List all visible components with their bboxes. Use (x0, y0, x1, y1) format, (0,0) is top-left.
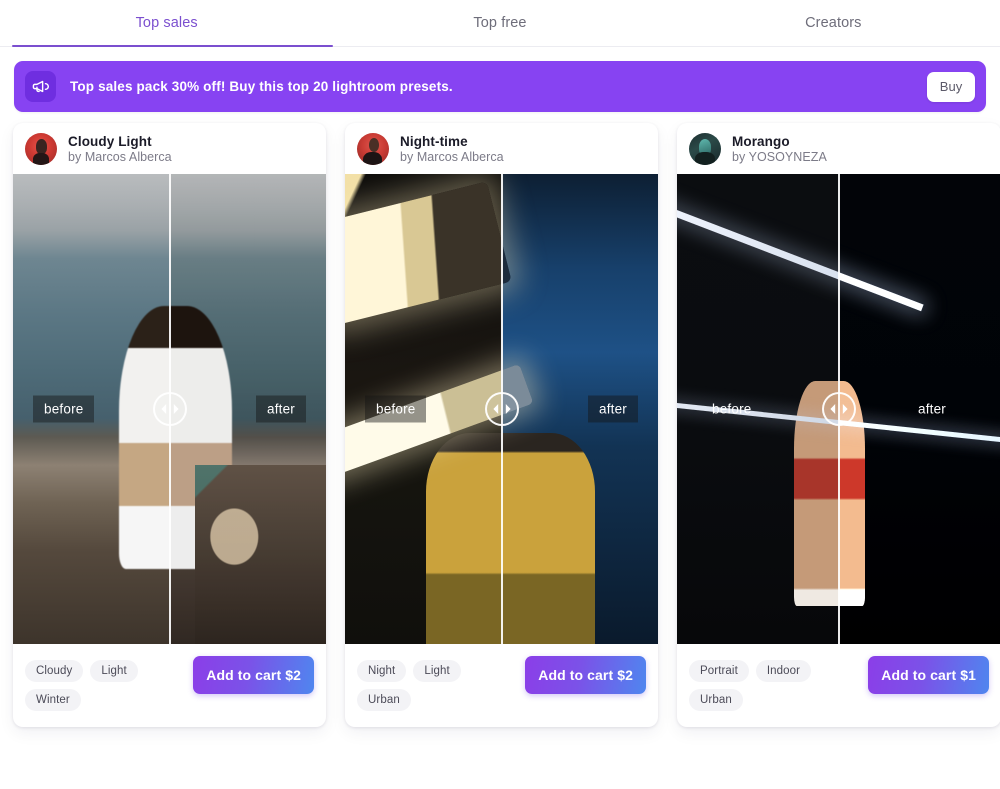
card-meta: Morango by YOSOYNEZA (732, 134, 827, 164)
promo-banner-text: Top sales pack 30% off! Buy this top 20 … (70, 79, 453, 94)
add-to-cart-button[interactable]: Add to cart $2 (525, 656, 646, 694)
slider-handle[interactable] (484, 392, 519, 426)
tag[interactable]: Night (357, 660, 407, 682)
tag[interactable]: Indoor (755, 660, 812, 682)
tag[interactable]: Portrait (689, 660, 749, 682)
preset-card-morango[interactable]: Morango by YOSOYNEZA before after Portra… (677, 123, 1000, 727)
tab-bar: Top sales Top free Creators (0, 0, 1000, 47)
card-header: Night-time by Marcos Alberca (345, 123, 658, 174)
preset-card-night-time[interactable]: Night-time by Marcos Alberca before afte… (345, 123, 658, 727)
before-after-comparison-slider[interactable]: before after (13, 174, 326, 644)
avatar[interactable] (357, 133, 389, 165)
avatar[interactable] (689, 133, 721, 165)
megaphone-icon (25, 71, 56, 102)
before-after-comparison-slider[interactable]: before after (677, 174, 1000, 644)
preset-title: Cloudy Light (68, 134, 152, 149)
tab-top-free-label: Top free (473, 15, 527, 31)
card-footer: Portrait Indoor Urban Add to cart $1 (677, 644, 1000, 727)
card-footer: Cloudy Light Winter Add to cart $2 (13, 644, 326, 727)
preset-marketplace-page: Top sales Top free Creators Top sales pa… (0, 0, 1000, 789)
card-footer: Night Light Urban Add to cart $2 (345, 644, 658, 727)
preset-title: Morango (732, 134, 790, 149)
add-to-cart-button[interactable]: Add to cart $1 (868, 656, 989, 694)
preset-author[interactable]: by YOSOYNEZA (732, 150, 827, 164)
card-header: Cloudy Light by Marcos Alberca (13, 123, 326, 174)
tag-list: Portrait Indoor Urban (689, 656, 860, 711)
card-meta: Night-time by Marcos Alberca (400, 134, 504, 164)
slider-handle[interactable] (822, 392, 856, 426)
tab-top-free[interactable]: Top free (333, 0, 666, 46)
tag[interactable]: Light (413, 660, 461, 682)
banner-buy-button[interactable]: Buy (927, 71, 975, 102)
preset-card-grid: Cloudy Light by Marcos Alberca before af… (0, 112, 1000, 727)
preset-author[interactable]: by Marcos Alberca (400, 150, 504, 164)
tag[interactable]: Light (90, 660, 138, 682)
card-meta: Cloudy Light by Marcos Alberca (68, 134, 172, 164)
tab-creators[interactable]: Creators (667, 0, 1000, 46)
tab-creators-label: Creators (805, 15, 862, 31)
before-after-comparison-slider[interactable]: before after (345, 174, 658, 644)
tag[interactable]: Urban (357, 689, 411, 711)
card-header: Morango by YOSOYNEZA (677, 123, 1000, 174)
promo-banner: Top sales pack 30% off! Buy this top 20 … (14, 61, 986, 112)
tag[interactable]: Winter (25, 689, 81, 711)
slider-handle[interactable] (152, 392, 187, 426)
add-to-cart-button[interactable]: Add to cart $2 (193, 656, 314, 694)
tag[interactable]: Urban (689, 689, 743, 711)
preset-title: Night-time (400, 134, 468, 149)
preset-card-cloudy-light[interactable]: Cloudy Light by Marcos Alberca before af… (13, 123, 326, 727)
tab-top-sales-label: Top sales (135, 15, 198, 31)
tag-list: Cloudy Light Winter (25, 656, 185, 711)
preset-author[interactable]: by Marcos Alberca (68, 150, 172, 164)
avatar[interactable] (25, 133, 57, 165)
promo-banner-wrapper: Top sales pack 30% off! Buy this top 20 … (0, 47, 1000, 112)
tag[interactable]: Cloudy (25, 660, 84, 682)
tab-top-sales[interactable]: Top sales (0, 0, 334, 47)
tag-list: Night Light Urban (357, 656, 517, 711)
